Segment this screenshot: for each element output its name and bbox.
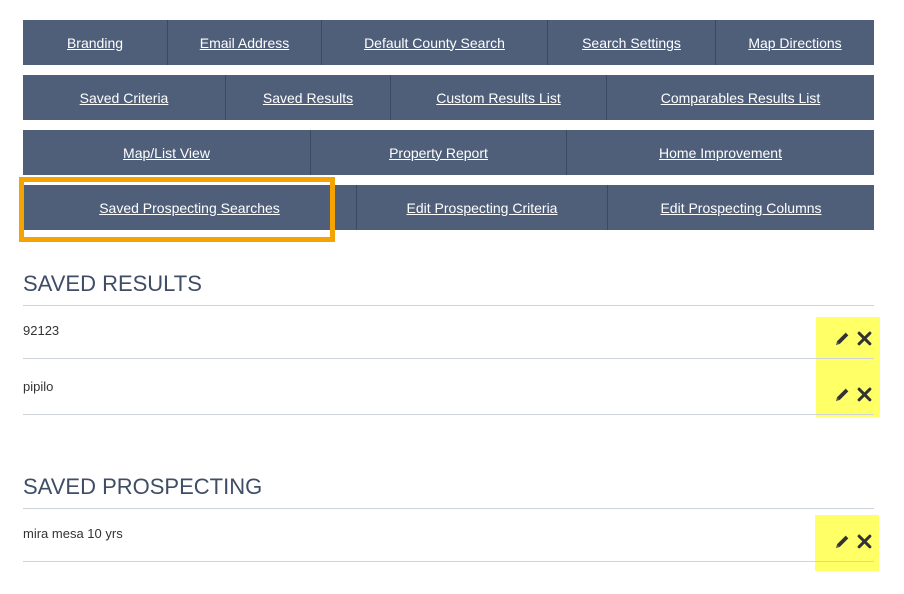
pencil-icon[interactable] — [834, 330, 851, 352]
tab-saved-prospecting-searches[interactable]: Saved Prospecting Searches — [23, 185, 357, 230]
row-actions — [834, 533, 872, 555]
saved-result-name[interactable]: 92123 — [23, 323, 59, 338]
close-icon[interactable] — [857, 387, 872, 407]
tab-row-2: Saved Criteria Saved Results Custom Resu… — [23, 75, 874, 120]
tab-row-3: Map/List View Property Report Home Impro… — [23, 130, 874, 175]
saved-result-row: pipilo — [23, 359, 874, 415]
tab-custom-results-list[interactable]: Custom Results List — [391, 75, 607, 120]
saved-result-name[interactable]: pipilo — [23, 379, 53, 394]
close-icon[interactable] — [857, 534, 872, 554]
saved-prospecting-name[interactable]: mira mesa 10 yrs — [23, 526, 123, 541]
tab-property-report[interactable]: Property Report — [311, 130, 567, 175]
saved-results-title: SAVED RESULTS — [23, 271, 874, 306]
tab-row-4: Saved Prospecting Searches Edit Prospect… — [23, 185, 874, 230]
row-actions — [834, 330, 872, 352]
tab-edit-prospecting-criteria[interactable]: Edit Prospecting Criteria — [357, 185, 608, 230]
tab-saved-results[interactable]: Saved Results — [226, 75, 391, 120]
tab-email-address[interactable]: Email Address — [168, 20, 322, 65]
saved-prospecting-row: mira mesa 10 yrs — [23, 506, 874, 562]
tab-home-improvement[interactable]: Home Improvement — [567, 130, 874, 175]
saved-prospecting-title: SAVED PROSPECTING — [23, 474, 874, 509]
tab-saved-criteria[interactable]: Saved Criteria — [23, 75, 226, 120]
tab-comparables-results-list[interactable]: Comparables Results List — [607, 75, 874, 120]
tab-row-1: Branding Email Address Default County Se… — [23, 20, 874, 65]
row-actions — [834, 386, 872, 408]
pencil-icon[interactable] — [834, 533, 851, 555]
saved-result-row: 92123 — [23, 303, 874, 359]
tab-edit-prospecting-columns[interactable]: Edit Prospecting Columns — [608, 185, 874, 230]
tab-default-county-search[interactable]: Default County Search — [322, 20, 548, 65]
pencil-icon[interactable] — [834, 386, 851, 408]
tab-branding[interactable]: Branding — [23, 20, 168, 65]
tab-map-directions[interactable]: Map Directions — [716, 20, 874, 65]
close-icon[interactable] — [857, 331, 872, 351]
tab-search-settings[interactable]: Search Settings — [548, 20, 716, 65]
tab-map-list-view[interactable]: Map/List View — [23, 130, 311, 175]
